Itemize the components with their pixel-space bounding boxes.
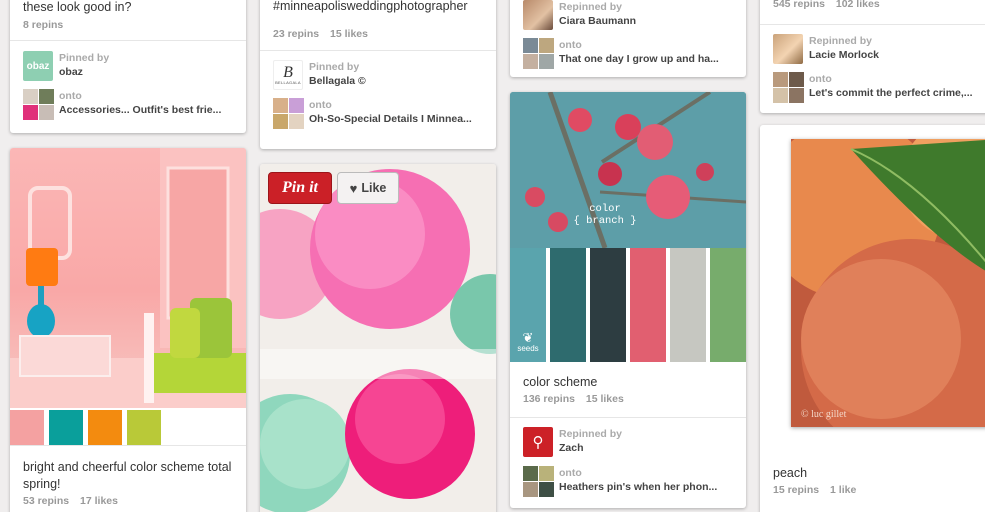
like-button[interactable]: ♥ Like <box>337 172 399 204</box>
pushpin-icon: ⚲ <box>532 434 544 451</box>
onto-label: onto <box>59 90 82 102</box>
pinit-button[interactable]: Pin it <box>268 172 332 204</box>
palette-swatch <box>10 410 44 445</box>
pin-card-wedding[interactable]: #minneapolisweddingphotographer 23 repin… <box>260 0 496 149</box>
palette-swatch <box>550 248 586 362</box>
palette-swatch <box>590 248 626 362</box>
repinner-attribution: Repinned by Lacie Morlock <box>760 34 985 64</box>
pin-stats: 53 repins 17 likes <box>10 495 131 507</box>
board-attribution: onto Accessories... Outfit's best frie..… <box>10 89 246 120</box>
onto-label: onto <box>809 73 832 85</box>
board-thumbnails[interactable] <box>23 89 54 120</box>
image-title: color { branch } <box>573 203 637 227</box>
pin-card-grownup[interactable]: Repinned by Ciara Baumann onto That one … <box>510 0 746 77</box>
pinner-name[interactable]: obaz <box>59 65 109 79</box>
repinned-by-label: Repinned by <box>809 35 873 47</box>
repinner-name[interactable]: Lacie Morlock <box>809 48 879 62</box>
image-watermark: © luc gillet <box>801 409 847 420</box>
avatar[interactable]: obaz <box>23 51 53 81</box>
pinned-by-label: Pinned by <box>309 61 360 73</box>
like-count: 15 likes <box>585 393 624 405</box>
repinner-attribution: Repinned by Ciara Baumann <box>510 0 746 30</box>
board-name[interactable]: Heathers pin's when her phon... <box>559 480 734 494</box>
pin-card-color-branch[interactable]: color { branch } ❦ seeds color scheme 13… <box>510 92 746 508</box>
palette-swatch <box>630 248 666 362</box>
palette-swatch <box>127 410 161 445</box>
repinner-attribution: ⚲ Repinned by Zach <box>510 427 635 457</box>
onto-label: onto <box>309 99 332 111</box>
avatar[interactable] <box>523 0 553 30</box>
board-name[interactable]: Let's commit the perfect crime,... <box>809 86 984 100</box>
avatar[interactable] <box>773 34 803 64</box>
repin-count: 136 repins <box>523 393 575 405</box>
pinned-by-label: Pinned by <box>59 52 110 64</box>
board-attribution: onto Oh-So-Special Details I Minnea... <box>260 98 496 129</box>
board-name[interactable]: Oh-So-Special Details I Minnea... <box>309 112 484 126</box>
repinner-name[interactable]: Ciara Baumann <box>559 14 636 28</box>
palette-swatch <box>49 410 83 445</box>
avatar[interactable]: ⚲ <box>523 427 553 457</box>
pinner-attribution: B BELLAGALA Pinned by Bellagala © <box>260 60 496 90</box>
repin-count: 545 repins <box>773 0 825 10</box>
pin-stats: 545 repins 102 likes <box>760 0 985 10</box>
pin-card-crime[interactable]: 545 repins 102 likes Repinned by Lacie M… <box>760 0 985 113</box>
repinner-name[interactable]: Zach <box>559 441 622 455</box>
like-count: 15 likes <box>330 28 368 40</box>
pin-stats: 23 repins 15 likes <box>260 28 496 40</box>
like-count: 102 likes <box>835 0 880 10</box>
board-attribution: onto Heathers pin's when her phon... <box>510 466 746 497</box>
pinner-attribution: obaz Pinned by obaz <box>10 51 246 81</box>
pin-image[interactable]: color { branch } ❦ seeds <box>510 92 746 362</box>
pin-caption: #minneapolisweddingphotographer <box>273 0 468 13</box>
repinned-by-label: Repinned by <box>559 1 623 13</box>
avatar[interactable]: B BELLAGALA <box>273 60 303 90</box>
color-palette-strip <box>10 410 246 445</box>
repin-count: 8 repins <box>23 19 64 31</box>
board-thumbnails[interactable] <box>273 98 304 129</box>
board-attribution: onto Let's commit the perfect crime,... <box>760 72 985 103</box>
like-count: 1 like <box>830 484 857 496</box>
board-name[interactable]: Accessories... Outfit's best frie... <box>59 103 234 117</box>
leaf-icon: ❦ <box>522 330 534 345</box>
like-count: 17 likes <box>80 495 118 507</box>
pin-image[interactable] <box>10 148 246 408</box>
palette-swatch <box>88 410 122 445</box>
seeds-logo: ❦ seeds <box>513 330 543 353</box>
palette-swatch <box>710 248 746 362</box>
repinned-by-label: Repinned by <box>559 428 623 440</box>
pinner-name[interactable]: Bellagala © <box>309 74 366 88</box>
board-thumbnails[interactable] <box>523 466 554 497</box>
pin-card-shoes[interactable]: these look good in? 8 repins obaz Pinned… <box>10 0 246 133</box>
pin-card-peach[interactable]: © luc gillet peach 15 repins 1 like <box>760 125 985 512</box>
pin-caption: color scheme <box>523 375 598 389</box>
color-palette <box>510 248 746 362</box>
pin-caption: peach <box>773 466 808 480</box>
board-name[interactable]: That one day I grow up and ha... <box>559 52 734 66</box>
board-attribution: onto That one day I grow up and ha... <box>510 38 746 69</box>
palette-swatch <box>670 248 706 362</box>
pin-stats: 8 repins <box>10 19 246 31</box>
onto-label: onto <box>559 39 582 51</box>
board-thumbnails[interactable] <box>773 72 804 103</box>
repin-count: 53 repins <box>23 495 70 507</box>
repin-count: 23 repins <box>273 28 320 40</box>
pin-image[interactable] <box>260 164 496 512</box>
pin-card-spring-room[interactable]: bright and cheerful color scheme total s… <box>10 148 246 512</box>
heart-icon: ♥ <box>349 180 358 196</box>
pin-stats: 136 repins 15 likes <box>510 393 637 405</box>
pin-caption: these look good in? <box>23 0 132 14</box>
repin-count: 15 repins <box>773 484 820 496</box>
pin-image[interactable]: © luc gillet <box>791 139 985 427</box>
pin-stats: 15 repins 1 like <box>760 484 869 496</box>
onto-label: onto <box>559 467 582 479</box>
pin-card-pompoms[interactable]: Pin it ♥ Like <box>260 164 496 512</box>
pin-caption: bright and cheerful color scheme total s… <box>23 460 232 491</box>
board-thumbnails[interactable] <box>523 38 554 69</box>
